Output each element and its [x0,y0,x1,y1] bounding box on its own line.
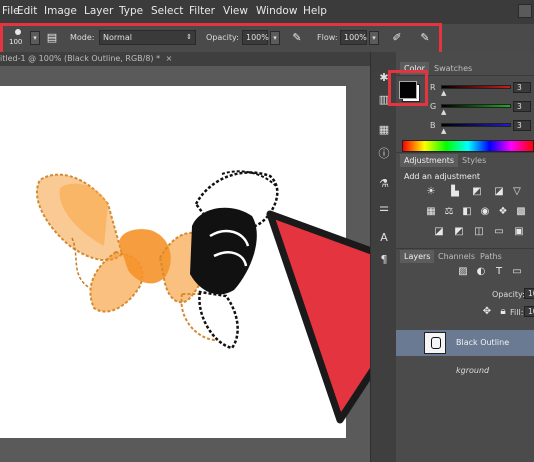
tab-paths[interactable]: Paths [476,250,506,263]
green-slider-thumb-icon[interactable]: ▲ [441,108,446,116]
layer-filter-type-icon[interactable]: T [492,266,506,278]
layer-fill-label: Fill: [510,308,524,317]
character-icon[interactable]: A [376,230,392,246]
thumbnail-outline [431,337,441,349]
levels-icon[interactable]: ▙ [448,186,462,198]
menu-edit[interactable]: Edit [17,5,37,17]
divider [396,248,534,249]
menu-layer[interactable]: Layer [84,5,113,17]
layer-row-background[interactable]: kground [396,358,534,384]
right-panels: Color Swatches R ▲ 3 G ▲ 3 B ▲ 3 Adjustm… [388,52,534,462]
green-value-input[interactable]: 3 [513,101,531,112]
exposure-icon[interactable]: ◪ [492,186,506,198]
selective-color-icon[interactable]: ▣ [512,226,526,238]
red-value-input[interactable]: 3 [513,82,531,93]
close-tab-icon[interactable]: × [166,54,173,63]
color-balance-icon[interactable]: ⚖ [442,206,456,218]
blue-slider-thumb-icon[interactable]: ▲ [441,127,446,135]
tab-swatches[interactable]: Swatches [430,62,476,75]
history-icon[interactable]: ▦ [376,122,392,138]
tab-layers[interactable]: Layers [400,250,435,263]
layer-name: Black Outline [456,338,510,347]
brightness-icon[interactable]: ☀ [424,186,438,198]
tab-styles[interactable]: Styles [458,154,490,167]
adjustments-heading: Add an adjustment [404,172,481,181]
paths-icon[interactable]: ⚗ [376,176,392,192]
properties-icon[interactable]: ⚌ [376,200,392,216]
layer-name: kground [456,366,490,375]
gradient-map-icon[interactable]: ▭ [492,226,506,238]
menu-filter[interactable]: Filter [189,5,215,17]
tab-adjustments[interactable]: Adjustments [400,154,459,167]
black-white-icon[interactable]: ◧ [460,206,474,218]
info-icon[interactable]: ⓘ [376,146,392,162]
red-slider[interactable] [441,85,511,89]
red-slider-thumb-icon[interactable]: ▲ [441,89,446,97]
blue-value-input[interactable]: 3 [513,120,531,131]
menu-type[interactable]: Type [119,5,143,17]
layer-filter-adjustment-icon[interactable]: ◐ [474,266,488,278]
photo-filter-icon[interactable]: ◉ [478,206,492,218]
document-title: itled-1 @ 100% (Black Outline, RGB/8) * [0,54,161,63]
red-slider-label: R [430,83,436,92]
panel-icon-strip: ✱ ▥ ▦ ⓘ ⚗ ⚌ A ¶ [370,52,397,462]
foreground-color-swatch[interactable] [399,81,417,99]
green-slider[interactable] [441,104,511,108]
curves-icon[interactable]: ◩ [470,186,484,198]
menu-select[interactable]: Select [151,5,183,17]
document-tab-bar: itled-1 @ 100% (Black Outline, RGB/8) * … [0,52,370,66]
invert-icon[interactable]: ◪ [432,226,446,238]
paragraph-icon[interactable]: ¶ [376,252,392,268]
channel-mixer-icon[interactable]: ❖ [496,206,510,218]
menu-help[interactable]: Help [303,5,327,17]
blue-slider-label: B [430,121,436,130]
divider [396,152,534,153]
layer-thumbnail [424,332,446,354]
hue-saturation-icon[interactable]: ▦ [424,206,438,218]
layer-opacity-input[interactable]: 10 [524,288,534,299]
menu-window[interactable]: Window [256,5,297,17]
vibrance-icon[interactable]: ▽ [510,186,524,198]
layer-filter-shape-icon[interactable]: ▭ [510,266,524,278]
posterize-icon[interactable]: ◩ [452,226,466,238]
blue-slider[interactable] [441,123,511,127]
menu-view[interactable]: View [223,5,248,17]
window-control[interactable] [518,4,532,18]
layer-fill-input[interactable]: 10 [524,306,534,317]
layer-opacity-label: Opacity: [492,290,525,299]
threshold-icon[interactable]: ◫ [472,226,486,238]
tab-channels[interactable]: Channels [434,250,479,263]
menu-bar: File Edit Image Layer Type Select Filter… [0,0,534,24]
orange-butterfly [35,173,219,342]
color-spectrum-ramp[interactable] [402,140,534,152]
menu-image[interactable]: Image [44,5,77,17]
layer-filter-image-icon[interactable]: ▨ [456,266,470,278]
lock-all-icon[interactable]: 🔒︎ [496,306,510,318]
layer-row-black-outline[interactable]: Black Outline [396,330,534,356]
green-slider-label: G [430,102,437,111]
color-lookup-icon[interactable]: ▩ [514,206,528,218]
lock-position-icon[interactable]: ✥ [480,306,494,318]
